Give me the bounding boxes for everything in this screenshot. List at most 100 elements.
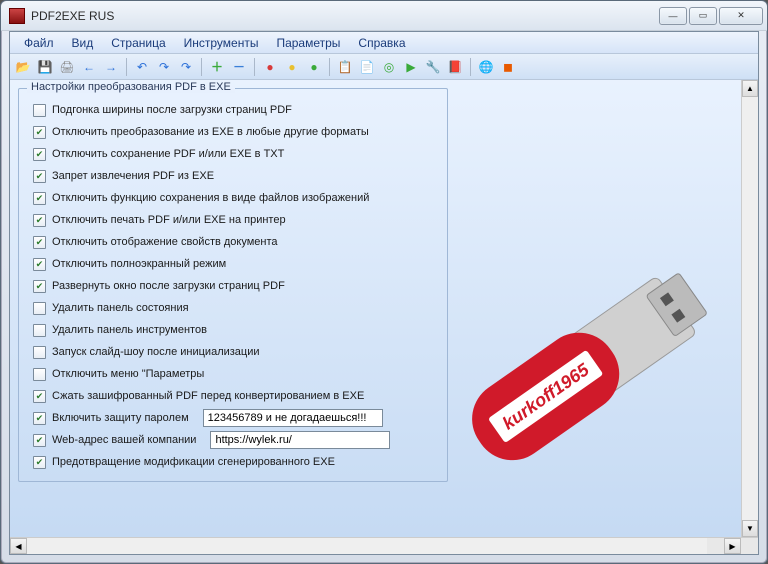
- option-input[interactable]: [210, 431, 390, 449]
- option-row: Подгонка ширины после загрузки страниц P…: [33, 99, 433, 121]
- menu-params[interactable]: Параметры: [268, 34, 348, 52]
- target-icon[interactable]: ◎: [380, 58, 398, 76]
- vertical-scrollbar[interactable]: ▲ ▼: [741, 80, 758, 537]
- copy-icon[interactable]: 📋: [336, 58, 354, 76]
- minimize-button[interactable]: —: [659, 7, 687, 25]
- wrench-icon[interactable]: 🔧: [424, 58, 442, 76]
- print-icon[interactable]: 🖨: [58, 58, 76, 76]
- option-row: Предотвращение модификации сгенерированн…: [33, 451, 433, 473]
- option-row: Отключить отображение свойств документа: [33, 231, 433, 253]
- minus-icon[interactable]: －: [230, 58, 248, 76]
- redo-icon[interactable]: ↷: [155, 58, 173, 76]
- maximize-button[interactable]: ▭: [689, 7, 717, 25]
- scroll-left-icon[interactable]: ◀: [10, 538, 27, 554]
- book-icon[interactable]: 📕: [446, 58, 464, 76]
- option-row: Запуск слайд-шоу после инициализации: [33, 341, 433, 363]
- app-icon: [9, 8, 25, 24]
- menu-bar: Файл Вид Страница Инструменты Параметры …: [10, 32, 758, 54]
- globe-icon[interactable]: 🌐: [477, 58, 495, 76]
- next-icon[interactable]: ▶: [402, 58, 420, 76]
- checkbox-label[interactable]: Сжать зашифрованный PDF перед конвертиро…: [52, 390, 364, 402]
- option-row: Отключить сохранение PDF и/или EXE в TXT: [33, 143, 433, 165]
- checkbox[interactable]: [33, 302, 46, 315]
- checkbox-label[interactable]: Отключить отображение свойств документа: [52, 236, 278, 248]
- option-input[interactable]: [203, 409, 383, 427]
- green-dot-icon[interactable]: ●: [305, 58, 323, 76]
- scroll-down-icon[interactable]: ▼: [742, 520, 758, 537]
- option-row: Web-адрес вашей компании: [33, 429, 433, 451]
- menu-file[interactable]: Файл: [16, 34, 62, 52]
- menu-help[interactable]: Справка: [350, 34, 413, 52]
- scroll-up-icon[interactable]: ▲: [742, 80, 758, 97]
- settings-groupbox: Настройки преобразования PDF в EXE Подго…: [18, 88, 448, 482]
- option-row: Отключить преобразование из EXE в любые …: [33, 121, 433, 143]
- checkbox[interactable]: [33, 390, 46, 403]
- checkbox[interactable]: [33, 170, 46, 183]
- checkbox[interactable]: [33, 148, 46, 161]
- scroll-track[interactable]: [27, 538, 707, 554]
- menu-tools[interactable]: Инструменты: [176, 34, 267, 52]
- checkbox-label[interactable]: Запрет извлечения PDF из EXE: [52, 170, 214, 182]
- separator-icon: [126, 58, 127, 76]
- checkbox[interactable]: [33, 456, 46, 469]
- checkbox-label[interactable]: Отключить функцию сохранения в виде файл…: [52, 192, 369, 204]
- content-area: Настройки преобразования PDF в EXE Подго…: [10, 80, 741, 537]
- title-bar[interactable]: PDF2EXE RUS — ▭ ✕: [1, 1, 767, 31]
- separator-icon: [470, 58, 471, 76]
- doc-icon[interactable]: 📄: [358, 58, 376, 76]
- yellow-dot-icon[interactable]: ●: [283, 58, 301, 76]
- checkbox-label[interactable]: Запуск слайд-шоу после инициализации: [52, 346, 260, 358]
- checkbox[interactable]: [33, 280, 46, 293]
- option-row: Удалить панель инструментов: [33, 319, 433, 341]
- redo2-icon[interactable]: ↷: [177, 58, 195, 76]
- options-list: Подгонка ширины после загрузки страниц P…: [33, 99, 433, 473]
- save-icon[interactable]: 💾: [36, 58, 54, 76]
- checkbox[interactable]: [33, 236, 46, 249]
- checkbox-label[interactable]: Web-адрес вашей компании: [52, 434, 196, 446]
- checkbox-label[interactable]: Удалить панель состояния: [52, 302, 189, 314]
- checkbox-label[interactable]: Развернуть окно после загрузки страниц P…: [52, 280, 285, 292]
- checkbox-label[interactable]: Удалить панель инструментов: [52, 324, 207, 336]
- option-row: Запрет извлечения PDF из EXE: [33, 165, 433, 187]
- scroll-track[interactable]: [742, 97, 758, 520]
- checkbox[interactable]: [33, 258, 46, 271]
- checkbox[interactable]: [33, 104, 46, 117]
- checkbox[interactable]: [33, 346, 46, 359]
- window-title: PDF2EXE RUS: [31, 9, 659, 23]
- checkbox-label[interactable]: Отключить печать PDF и/или EXE на принте…: [52, 214, 286, 226]
- checkbox[interactable]: [33, 368, 46, 381]
- checkbox-label[interactable]: Отключить меню "Параметры: [52, 368, 204, 380]
- checkbox[interactable]: [33, 126, 46, 139]
- horizontal-scrollbar[interactable]: ◀ ▶: [10, 537, 758, 554]
- plus-icon[interactable]: ＋: [208, 58, 226, 76]
- menu-view[interactable]: Вид: [64, 34, 102, 52]
- toolbar: 📂 💾 🖨 ← → ↶ ↷ ↷ ＋ － ● ● ● 📋 📄 ◎ ▶ 🔧 📕 🌐: [10, 54, 758, 80]
- menu-page[interactable]: Страница: [103, 34, 173, 52]
- option-row: Удалить панель состояния: [33, 297, 433, 319]
- checkbox[interactable]: [33, 324, 46, 337]
- checkbox-label[interactable]: Подгонка ширины после загрузки страниц P…: [52, 104, 292, 116]
- checkbox-label[interactable]: Отключить преобразование из EXE в любые …: [52, 126, 369, 138]
- forward-icon[interactable]: →: [102, 58, 120, 76]
- app-window: PDF2EXE RUS — ▭ ✕ Файл Вид Страница Инст…: [0, 0, 768, 564]
- back-icon[interactable]: ←: [80, 58, 98, 76]
- scroll-right-icon[interactable]: ▶: [724, 538, 741, 554]
- checkbox-label[interactable]: Предотвращение модификации сгенерированн…: [52, 456, 335, 468]
- close-button[interactable]: ✕: [719, 7, 763, 25]
- checkbox[interactable]: [33, 214, 46, 227]
- separator-icon: [201, 58, 202, 76]
- option-row: Сжать зашифрованный PDF перед конвертиро…: [33, 385, 433, 407]
- undo-icon[interactable]: ↶: [133, 58, 151, 76]
- checkbox[interactable]: [33, 192, 46, 205]
- stop-icon[interactable]: ◼: [499, 58, 517, 76]
- checkbox-label[interactable]: Включить защиту паролем: [52, 412, 189, 424]
- open-icon[interactable]: 📂: [14, 58, 32, 76]
- checkbox[interactable]: [33, 434, 46, 447]
- option-row: Включить защиту паролем: [33, 407, 433, 429]
- checkbox[interactable]: [33, 412, 46, 425]
- checkbox-label[interactable]: Отключить сохранение PDF и/или EXE в TXT: [52, 148, 284, 160]
- red-dot-icon[interactable]: ●: [261, 58, 279, 76]
- checkbox-label[interactable]: Отключить полноэкранный режим: [52, 258, 226, 270]
- usb-brand-text: kurkoff1965: [499, 359, 594, 434]
- option-row: Отключить полноэкранный режим: [33, 253, 433, 275]
